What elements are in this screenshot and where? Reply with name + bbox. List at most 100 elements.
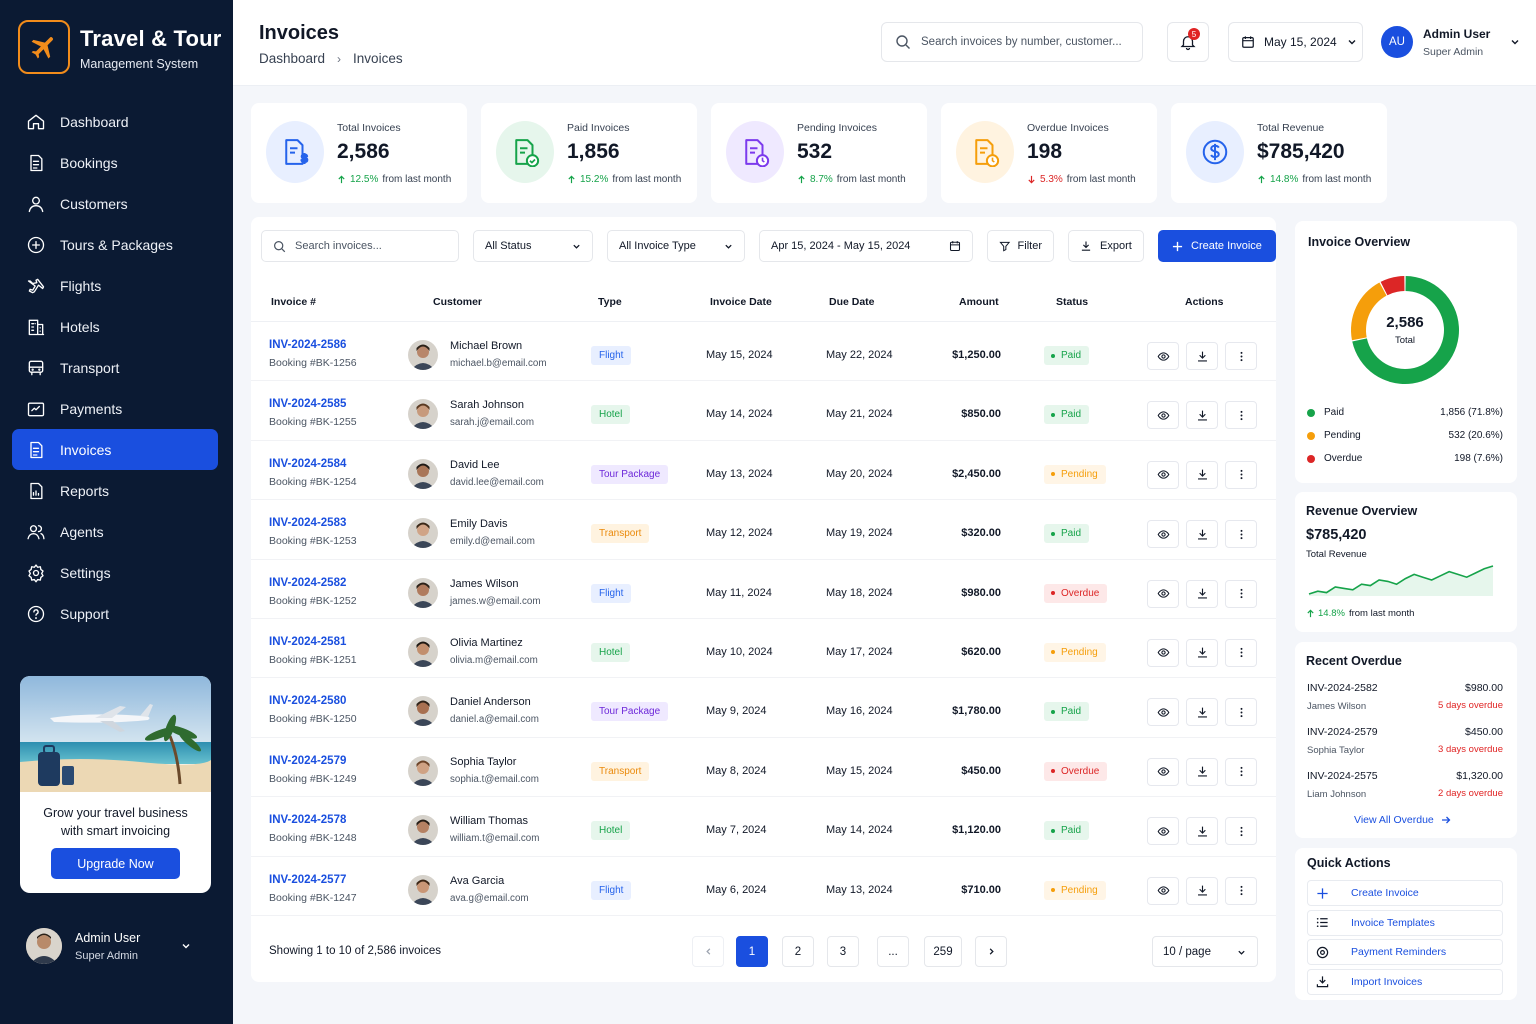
invoice-number-link[interactable]: INV-2024-2578 bbox=[269, 814, 346, 826]
status-select[interactable]: All Status bbox=[473, 230, 593, 262]
col-invoice-date[interactable]: Invoice Date bbox=[710, 296, 772, 308]
more-actions-button[interactable] bbox=[1225, 401, 1257, 430]
sidebar-item-agents[interactable]: Agents bbox=[12, 511, 218, 552]
sidebar-item-settings[interactable]: Settings bbox=[12, 552, 218, 593]
page-button[interactable]: 259 bbox=[924, 936, 962, 967]
sidebar-item-flights[interactable]: Flights bbox=[12, 265, 218, 306]
view-button[interactable] bbox=[1147, 757, 1179, 786]
quick-action-invoice-templates[interactable]: Invoice Templates bbox=[1307, 909, 1503, 936]
more-actions-button[interactable] bbox=[1225, 817, 1257, 846]
quick-action-payment-reminders[interactable]: Payment Reminders bbox=[1307, 939, 1503, 965]
notifications-button[interactable]: 5 bbox=[1167, 22, 1209, 62]
stat-card-overdue-invoices[interactable]: Overdue Invoices 198 5.3% from last month bbox=[941, 103, 1157, 203]
col-invoice[interactable]: Invoice # bbox=[271, 296, 316, 308]
download-button[interactable] bbox=[1186, 460, 1218, 489]
invoice-number-link[interactable]: INV-2024-2583 bbox=[269, 517, 346, 529]
search-icon bbox=[896, 35, 910, 49]
create-invoice-button[interactable]: Create Invoice bbox=[1158, 230, 1276, 262]
download-button[interactable] bbox=[1186, 579, 1218, 608]
status-label: Paid bbox=[1061, 528, 1082, 540]
view-button[interactable] bbox=[1147, 520, 1179, 549]
more-actions-button[interactable] bbox=[1225, 460, 1257, 489]
quick-action-create-invoice[interactable]: Create Invoice bbox=[1307, 880, 1503, 906]
download-button[interactable] bbox=[1186, 876, 1218, 905]
export-button[interactable]: Export bbox=[1068, 230, 1144, 262]
more-actions-button[interactable] bbox=[1225, 342, 1257, 370]
col-type[interactable]: Type bbox=[598, 296, 622, 308]
stat-card-paid-invoices[interactable]: Paid Invoices 1,856 15.2% from last month bbox=[481, 103, 697, 203]
view-all-overdue-link[interactable]: View All Overdue bbox=[1354, 814, 1451, 826]
invoice-number-link[interactable]: INV-2024-2584 bbox=[269, 458, 346, 470]
col-status[interactable]: Status bbox=[1056, 296, 1088, 308]
view-button[interactable] bbox=[1147, 698, 1179, 727]
sidebar-item-hotels[interactable]: Hotels bbox=[12, 306, 218, 347]
more-actions-button[interactable] bbox=[1225, 638, 1257, 667]
invoice-number-link[interactable]: INV-2024-2579 bbox=[269, 755, 346, 767]
sidebar-item-reports[interactable]: Reports bbox=[12, 470, 218, 511]
page-button[interactable]: 3 bbox=[827, 936, 859, 967]
stat-card-pending-invoices[interactable]: Pending Invoices 532 8.7% from last month bbox=[711, 103, 927, 203]
col-amount[interactable]: Amount bbox=[959, 296, 999, 308]
sidebar-item-bookings[interactable]: Bookings bbox=[12, 142, 218, 183]
quick-action-import-invoices[interactable]: Import Invoices bbox=[1307, 968, 1503, 995]
view-button[interactable] bbox=[1147, 342, 1179, 370]
logo[interactable] bbox=[18, 20, 70, 74]
invoice-type-select[interactable]: All Invoice Type bbox=[607, 230, 745, 262]
invoice-number-link[interactable]: INV-2024-2577 bbox=[269, 874, 346, 886]
sidebar-item-transport[interactable]: Transport bbox=[12, 347, 218, 388]
upgrade-now-button[interactable]: Upgrade Now bbox=[51, 848, 180, 879]
more-actions-button[interactable] bbox=[1225, 876, 1257, 905]
sidebar-item-support[interactable]: Support bbox=[12, 593, 218, 634]
download-button[interactable] bbox=[1186, 698, 1218, 727]
overdue-item[interactable]: INV-2024-2582 $980.00 James Wilson 5 days o… bbox=[1307, 682, 1503, 712]
download-icon bbox=[1196, 825, 1209, 838]
table-search-input[interactable] bbox=[295, 240, 445, 252]
col-customer[interactable]: Customer bbox=[433, 296, 482, 308]
breadcrumb-dashboard[interactable]: Dashboard bbox=[259, 51, 325, 66]
view-button[interactable] bbox=[1147, 401, 1179, 430]
sidebar-item-payments[interactable]: Payments bbox=[12, 388, 218, 429]
invoice-number-link[interactable]: INV-2024-2581 bbox=[269, 636, 346, 648]
col-due-date[interactable]: Due Date bbox=[829, 296, 875, 308]
per-page-select[interactable]: 10 / page bbox=[1152, 936, 1258, 967]
download-button[interactable] bbox=[1186, 638, 1218, 667]
view-button[interactable] bbox=[1147, 460, 1179, 489]
view-button[interactable] bbox=[1147, 638, 1179, 667]
download-button[interactable] bbox=[1186, 817, 1218, 846]
view-button[interactable] bbox=[1147, 579, 1179, 608]
more-actions-button[interactable] bbox=[1225, 579, 1257, 608]
overdue-item[interactable]: INV-2024-2575 $1,320.00 Liam Johnson 2 days… bbox=[1307, 770, 1503, 800]
download-button[interactable] bbox=[1186, 520, 1218, 549]
invoice-number-link[interactable]: INV-2024-2582 bbox=[269, 577, 346, 589]
stat-card-total-invoices[interactable]: $ Total Invoices 2,586 12.5% from last month bbox=[251, 103, 467, 203]
invoice-number-link[interactable]: INV-2024-2586 bbox=[269, 339, 346, 351]
invoice-number-link[interactable]: INV-2024-2585 bbox=[269, 398, 346, 410]
stat-card-total-revenue[interactable]: Total Revenue $785,420 14.8% from last mont… bbox=[1171, 103, 1387, 203]
view-button[interactable] bbox=[1147, 876, 1179, 905]
user-menu[interactable]: AU Admin User Super Admin bbox=[1381, 26, 1520, 58]
chevron-down-icon[interactable] bbox=[181, 941, 191, 951]
more-actions-button[interactable] bbox=[1225, 698, 1257, 727]
global-search-input[interactable] bbox=[921, 36, 1131, 48]
more-actions-button[interactable] bbox=[1225, 520, 1257, 549]
sidebar-user[interactable]: Admin User Super Admin bbox=[26, 928, 191, 964]
invoice-dollar-icon: $ bbox=[266, 121, 324, 183]
page-button[interactable]: 2 bbox=[782, 936, 814, 967]
download-button[interactable] bbox=[1186, 401, 1218, 430]
sidebar-item-dashboard[interactable]: Dashboard bbox=[12, 101, 218, 142]
date-picker[interactable]: May 15, 2024 bbox=[1228, 22, 1363, 62]
overdue-item[interactable]: INV-2024-2579 $450.00 Sophia Taylor 3 days … bbox=[1307, 726, 1503, 756]
filter-button[interactable]: Filter bbox=[987, 230, 1054, 262]
sidebar-item-customers[interactable]: Customers bbox=[12, 183, 218, 224]
date-range-picker[interactable]: Apr 15, 2024 - May 15, 2024 bbox=[759, 230, 973, 262]
next-page-button[interactable] bbox=[975, 936, 1007, 967]
view-button[interactable] bbox=[1147, 817, 1179, 846]
invoice-number-link[interactable]: INV-2024-2580 bbox=[269, 695, 346, 707]
more-actions-button[interactable] bbox=[1225, 757, 1257, 786]
download-button[interactable] bbox=[1186, 757, 1218, 786]
sidebar-item-invoices[interactable]: Invoices bbox=[12, 429, 218, 470]
page-button[interactable]: 1 bbox=[736, 936, 768, 967]
download-button[interactable] bbox=[1186, 342, 1218, 370]
prev-page-button[interactable] bbox=[692, 936, 724, 967]
sidebar-item-tours-packages[interactable]: Tours & Packages bbox=[12, 224, 218, 265]
